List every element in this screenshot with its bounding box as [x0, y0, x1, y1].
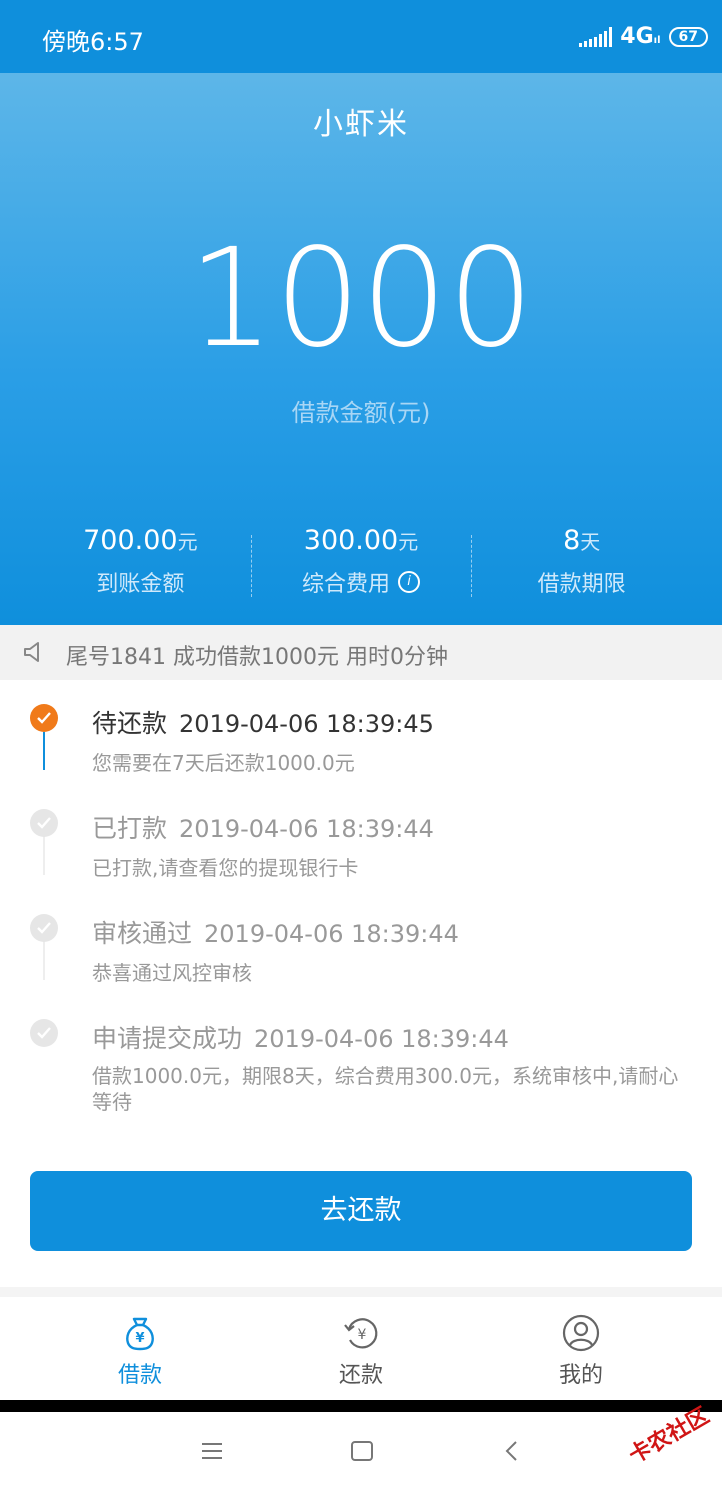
step-title: 审核通过 — [92, 919, 193, 948]
stat-fee: 300.00元 综合费用 i — [250, 525, 472, 598]
stat-term: 8天 借款期限 — [471, 525, 692, 598]
tab-label: 借款 — [117, 1363, 162, 1388]
svg-text:¥: ¥ — [135, 1331, 144, 1346]
step-time: 2019-04-06 18:39:44 — [204, 920, 459, 948]
stat-label: 综合费用 — [302, 572, 391, 597]
info-icon[interactable]: i — [398, 571, 421, 593]
svg-text:¥: ¥ — [358, 1327, 367, 1343]
status-indicators: 4Gıl 67 — [579, 24, 708, 49]
step-desc: 您需要在7天后还款1000.0元 — [92, 751, 355, 775]
back-icon[interactable] — [502, 1440, 522, 1462]
stat-label: 借款期限 — [537, 572, 626, 597]
loan-amount-label: 借款金额(元) — [291, 399, 431, 427]
bottom-tab-bar: ¥ 借款 ¥ 还款 我的 — [0, 1297, 722, 1400]
tab-label: 我的 — [558, 1363, 603, 1388]
repay-button[interactable]: 去还款 — [30, 1171, 692, 1251]
notice-text: 尾号1841 成功借款1000元 用时0分钟 — [66, 645, 448, 670]
check-icon — [30, 809, 58, 837]
tab-mine[interactable]: 我的 — [521, 1313, 641, 1389]
step-desc: 恭喜通过风控审核 — [92, 961, 252, 985]
tab-repay[interactable]: ¥ 还款 — [301, 1313, 421, 1389]
user-icon — [562, 1314, 600, 1352]
stat-value: 700.00 — [83, 525, 178, 556]
stat-unit: 天 — [580, 530, 601, 554]
stat-value: 8 — [563, 525, 581, 556]
check-icon — [30, 704, 58, 732]
network-label: 4Gıl — [620, 24, 661, 49]
check-icon — [30, 1019, 58, 1047]
system-nav-bar — [0, 1412, 722, 1500]
step-time: 2019-04-06 18:39:45 — [179, 710, 434, 738]
notice-bar: 尾号1841 成功借款1000元 用时0分钟 — [0, 625, 722, 680]
step-title: 已打款 — [92, 814, 168, 843]
stat-unit: 元 — [398, 530, 419, 554]
signal-icon — [579, 26, 613, 47]
home-icon[interactable] — [350, 1440, 374, 1462]
tab-borrow[interactable]: ¥ 借款 — [80, 1313, 200, 1389]
section-divider — [0, 1287, 722, 1297]
timeline-line-active — [43, 732, 45, 770]
repay-cycle-icon: ¥ — [344, 1318, 378, 1349]
step-time: 2019-04-06 18:39:44 — [254, 1025, 509, 1053]
step-desc: 已打款,请查看您的提现银行卡 — [92, 856, 359, 880]
stat-label: 到账金额 — [96, 572, 185, 597]
step-title: 申请提交成功 — [92, 1024, 243, 1053]
loan-amount: 1000 — [187, 220, 535, 378]
status-bar: 傍晚6:57 4Gıl 67 — [0, 0, 722, 73]
page-title: 小虾米 — [313, 107, 409, 142]
speaker-icon — [24, 642, 39, 662]
loan-stats: 700.00元 到账金额 300.00元 综合费用 i 8天 借款期限 — [30, 525, 692, 598]
step-time: 2019-04-06 18:39:44 — [179, 815, 434, 843]
timeline-line — [43, 940, 45, 980]
check-icon — [30, 914, 58, 942]
screen-divider — [0, 1400, 722, 1412]
tab-label: 还款 — [338, 1363, 383, 1388]
menu-icon[interactable] — [200, 1440, 224, 1462]
status-time: 傍晚6:57 — [42, 28, 144, 56]
timeline-line — [43, 835, 45, 875]
loan-summary: 小虾米 1000 借款金额(元) 700.00元 到账金额 300.00元 综合… — [0, 73, 722, 625]
stat-value: 300.00 — [303, 525, 399, 556]
stat-received: 700.00元 到账金额 — [30, 525, 251, 598]
battery-icon: 67 — [668, 26, 708, 47]
step-desc: 借款1000.0元，期限8天，综合费用300.0元，系统审核中,请耐心等待 — [92, 1064, 679, 1114]
step-title: 待还款 — [92, 709, 168, 738]
money-bag-icon: ¥ — [126, 1317, 154, 1351]
stat-unit: 元 — [177, 530, 198, 554]
